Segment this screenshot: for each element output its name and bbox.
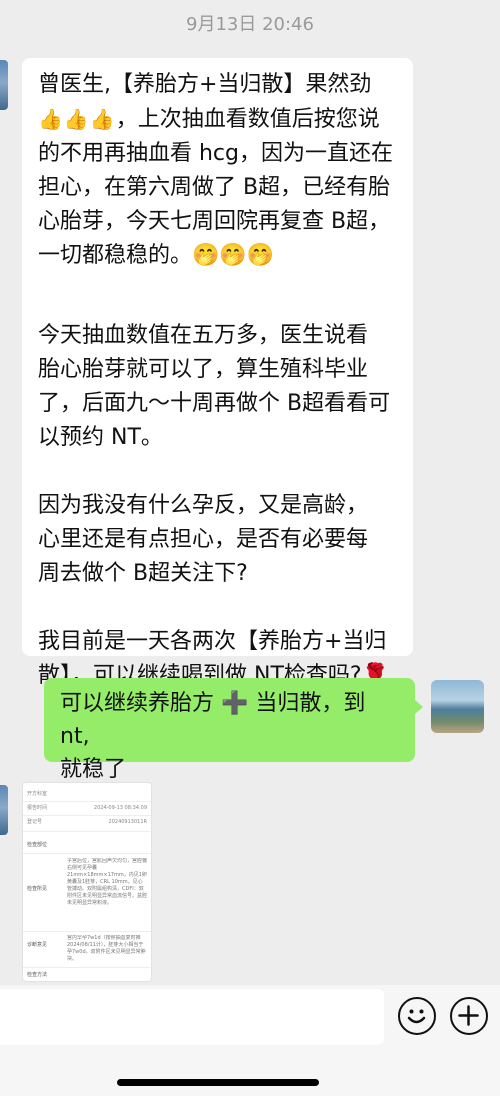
timestamp: 9月13日 20:46 bbox=[186, 14, 314, 35]
smiley-icon[interactable] bbox=[398, 997, 436, 1035]
report-row-key: 登记号 bbox=[27, 819, 43, 825]
contact-avatar[interactable] bbox=[0, 785, 8, 835]
report-section-label: 诊断意见 bbox=[27, 942, 48, 948]
report-row-key: 开方科室 bbox=[27, 791, 48, 797]
outgoing-message-bubble[interactable]: 可以继续养胎方 ➕ 当归散，到 nt, 就稳了 bbox=[44, 678, 423, 782]
message-paragraph: 因为我没有什么孕反，又是高龄， 心里还是有点担心，是否有必要每 周去做个 B超关… bbox=[38, 493, 369, 586]
divider bbox=[23, 967, 151, 968]
message-line: 的不用再抽血看 hcg，因为一直还在 bbox=[38, 141, 393, 166]
message-paragraph: 今天抽血数值在五万多，医生说看 胎心胎芽就可以了，算生殖科毕业 了，后面九～十周… bbox=[38, 323, 391, 450]
message-text: ，上次抽血看数值后按您说 bbox=[115, 107, 380, 132]
thumbs-up-emoji: 👍👍👍 bbox=[38, 107, 116, 131]
divider bbox=[23, 815, 151, 816]
my-avatar[interactable] bbox=[431, 680, 484, 733]
report-row: 报告时间 2024-09-13 08:34:09 bbox=[27, 803, 147, 813]
report-section-label: 检查部位 bbox=[27, 842, 48, 848]
message-line: 曾医生,【养胎方+当归散】果然劲 bbox=[38, 72, 372, 97]
report-row-key: 报告时间 bbox=[27, 805, 48, 811]
divider bbox=[23, 853, 151, 854]
message-line: 一切都稳稳的。🤭🤭🤭 bbox=[38, 243, 275, 268]
message-line: 担心，在第六周做了 B超，已经有胎 bbox=[38, 175, 391, 200]
report-section-label: 检查方法 bbox=[27, 972, 48, 978]
message-input[interactable] bbox=[0, 989, 384, 1045]
message-line: 心胎芽，今天七周回院再复查 B超， bbox=[38, 209, 391, 234]
message-text: 可以继续养胎方 ➕ 当归散，到 nt, 就稳了 bbox=[60, 691, 366, 782]
report-row: 开方科室 bbox=[27, 789, 147, 799]
report-row-value: 2024-09-13 08:34:09 bbox=[93, 805, 147, 811]
report-findings-text: 子宫后位，宫肌回声欠均匀，宫腔偏右侧可见孕囊21mm×18mm×17mm，内见1… bbox=[67, 858, 147, 906]
divider bbox=[23, 931, 151, 932]
report-row: 登记号 20240913011R bbox=[27, 817, 147, 827]
incoming-message-bubble[interactable]: 曾医生,【养胎方+当归散】果然劲 👍👍👍，上次抽血看数值后按您说 的不用再抽血看… bbox=[22, 58, 413, 688]
message-line: 👍👍👍，上次抽血看数值后按您说 bbox=[38, 102, 397, 137]
report-section-label: 检查所见 bbox=[27, 886, 48, 892]
report-image-message[interactable]: 开方科室 报告时间 2024-09-13 08:34:09 登记号 202409… bbox=[22, 782, 152, 982]
divider bbox=[23, 831, 151, 832]
plus-icon[interactable] bbox=[450, 997, 488, 1035]
home-indicator bbox=[117, 1079, 319, 1086]
report-diagnosis-text: 宫内早孕7w1d（按照抽血复时推2024/08/11计），胚芽大小相当于孕7w0… bbox=[67, 935, 146, 962]
divider bbox=[23, 801, 151, 802]
contact-avatar[interactable] bbox=[0, 60, 8, 110]
report-row-value: 20240913011R bbox=[108, 819, 147, 825]
